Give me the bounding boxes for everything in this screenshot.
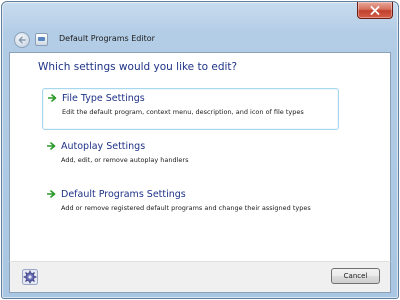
close-button[interactable] [357,2,393,19]
page-heading: Which settings would you like to edit? [38,61,238,73]
cancel-button[interactable]: Cancel [331,268,380,284]
app-icon [35,33,48,46]
option-file-type-settings[interactable]: File Type Settings Edit the default prog… [42,88,339,130]
close-icon [370,5,380,15]
title-bar[interactable] [2,2,398,24]
option-description: Add or remove registered default program… [61,204,311,212]
settings-gear-icon[interactable] [22,269,38,285]
option-default-programs-settings[interactable]: Default Programs Settings Add or remove … [42,185,339,227]
green-arrow-icon [48,94,57,102]
footer-bar: Cancel [9,261,391,293]
green-arrow-icon [47,142,56,150]
app-window: Default Programs Editor Which settings w… [1,1,399,299]
back-arrow-icon [18,36,26,44]
back-button[interactable] [14,32,30,48]
window-title: Default Programs Editor [59,34,155,43]
option-title: Default Programs Settings [61,189,186,200]
content-area: Which settings would you like to edit? F… [9,52,391,261]
option-autoplay-settings[interactable]: Autoplay Settings Add, edit, or remove a… [42,137,339,179]
option-description: Edit the default program, context menu, … [62,108,304,116]
option-title: File Type Settings [62,93,145,104]
green-arrow-icon [47,190,56,198]
option-description: Add, edit, or remove autoplay handlers [61,156,189,164]
option-title: Autoplay Settings [61,141,146,152]
navigation-row: Default Programs Editor [2,30,398,50]
